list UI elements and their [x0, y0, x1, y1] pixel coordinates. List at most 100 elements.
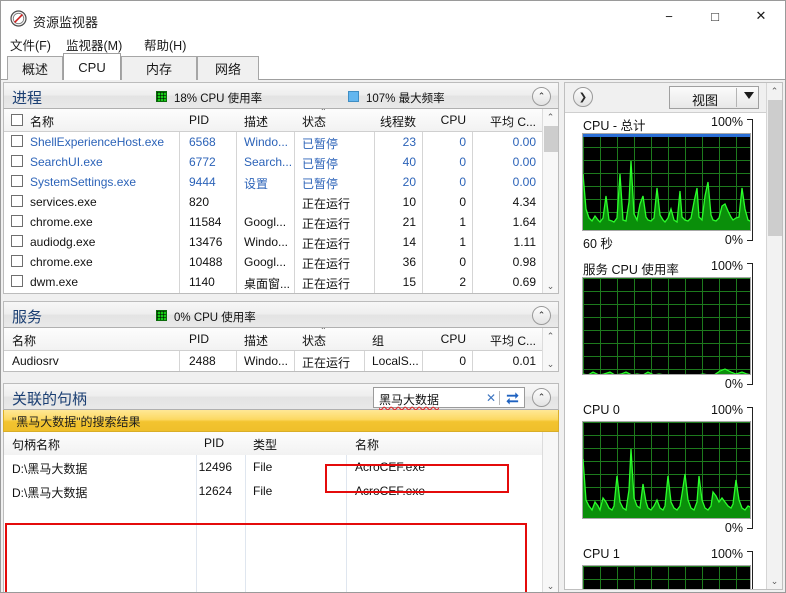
handles-scrollbar[interactable]: ⌄: [542, 432, 558, 592]
col-header-pid[interactable]: PID: [204, 436, 224, 450]
cell-pid: 2488: [189, 354, 216, 368]
scroll-up-icon[interactable]: ⌃: [543, 328, 558, 344]
menu-help[interactable]: 帮助(H): [141, 34, 189, 55]
cell-status: 正在运行: [302, 217, 351, 231]
row-checkbox[interactable]: [11, 215, 23, 227]
tab-cpu[interactable]: CPU: [63, 53, 121, 80]
clear-search-icon[interactable]: ✕: [486, 391, 496, 405]
col-header-name[interactable]: 名称: [355, 436, 379, 453]
row-checkbox[interactable]: [11, 255, 23, 267]
col-header-type[interactable]: 类型: [253, 436, 277, 453]
col-header-avgcpu[interactable]: 平均 C...: [476, 332, 536, 349]
col-header-handle-name[interactable]: 句柄名称: [12, 436, 60, 453]
cell-cpu: 0: [459, 354, 466, 368]
scrollbar-thumb[interactable]: [544, 126, 558, 152]
cell-name: AcroCEF.exe: [355, 460, 426, 474]
processes-cpu-stat: 18% CPU 使用率: [174, 93, 263, 105]
col-header-group[interactable]: 组: [372, 332, 384, 349]
col-header-threads[interactable]: 线程数: [380, 113, 416, 130]
row-checkbox[interactable]: [11, 135, 23, 147]
col-header-cpu[interactable]: CPU: [428, 113, 466, 127]
col-header-name[interactable]: 名称: [30, 113, 54, 130]
close-button[interactable]: ✕: [738, 1, 784, 31]
table-row[interactable]: services.exe 820 正在运行 10 0 4.34: [4, 192, 558, 212]
cell-pid: 11584: [189, 215, 222, 229]
row-checkbox[interactable]: [11, 195, 23, 207]
table-row[interactable]: chrome.exe 11584 Googl... 正在运行 21 1 1.64: [4, 212, 558, 232]
menu-monitor[interactable]: 监视器(M): [63, 34, 125, 55]
graph-canvas: [582, 565, 751, 589]
row-checkbox[interactable]: [11, 155, 23, 167]
cell-cpu: 0: [459, 155, 466, 169]
cell-name: services.exe: [30, 195, 97, 209]
select-all-processes-checkbox[interactable]: [11, 114, 23, 126]
graph-cpu-total: CPU - 总计 100% 60 秒 0%: [565, 115, 767, 259]
cell-status: 已暂停: [302, 137, 339, 151]
cell-name: audiodg.exe: [30, 235, 96, 249]
minimize-button[interactable]: −: [646, 1, 692, 31]
row-checkbox[interactable]: [11, 175, 23, 187]
graph-min: 0%: [724, 521, 743, 535]
tab-memory[interactable]: 内存: [121, 56, 197, 80]
table-row[interactable]: ShellExperienceHost.exe 6568 Windo... 已暂…: [4, 132, 558, 152]
tab-overview[interactable]: 概述: [7, 56, 63, 80]
handle-search-input-value[interactable]: 黑马大数据: [379, 391, 439, 408]
col-header-cpu[interactable]: CPU: [428, 332, 466, 346]
table-row[interactable]: D:\黑马大数据 12624 File AcroCEF.exe: [4, 479, 558, 503]
right-panel-scrollbar[interactable]: ⌃ ⌄: [766, 83, 782, 589]
menu-file[interactable]: 文件(F): [7, 34, 54, 55]
processes-collapse-button[interactable]: ⌃: [532, 87, 551, 106]
handles-collapse-button[interactable]: ⌃: [532, 388, 551, 407]
table-row[interactable]: D:\黑马大数据 12496 File AcroCEF.exe: [4, 455, 558, 479]
services-collapse-button[interactable]: ⌃: [532, 306, 551, 325]
graph-title: CPU - 总计: [583, 119, 646, 133]
cell-avgcpu: 0.69: [512, 275, 536, 289]
cell-threads: 10: [402, 195, 416, 209]
graph-services-cpu: 服务 CPU 使用率 100% 0%: [565, 259, 767, 403]
maximize-button[interactable]: □: [692, 1, 738, 31]
services-scrollbar[interactable]: ⌃ ⌄: [542, 328, 558, 371]
cell-avgcpu: 0.98: [512, 255, 536, 269]
table-row[interactable]: Audiosrv 2488 Windo... 正在运行 LocalS... 0 …: [4, 351, 558, 371]
col-header-desc[interactable]: 描述: [244, 332, 268, 349]
services-section: 服务 0% CPU 使用率 ⌃ 名称 PID 描述 状态 ⌃ 组 CPU 平均 …: [3, 301, 559, 372]
row-checkbox[interactable]: [11, 235, 23, 247]
processes-scrollbar[interactable]: ⌃ ⌄: [542, 109, 558, 293]
expand-panel-icon[interactable]: ❯: [573, 87, 593, 107]
graph-max: 100%: [711, 259, 743, 273]
col-header-pid[interactable]: PID: [189, 113, 209, 127]
scrollbar-thumb[interactable]: [768, 100, 782, 236]
tab-network[interactable]: 网络: [197, 56, 259, 80]
cell-status: 正在运行: [302, 277, 351, 291]
col-header-pid[interactable]: PID: [189, 332, 209, 346]
search-refresh-icon[interactable]: [505, 390, 520, 405]
cell-pid: 6772: [189, 155, 216, 169]
scroll-down-icon[interactable]: ⌄: [543, 578, 558, 592]
scroll-up-icon[interactable]: ⌃: [767, 83, 782, 99]
cell-avgcpu: 4.34: [512, 195, 536, 209]
handle-search-box[interactable]: 黑马大数据 ✕: [373, 387, 525, 408]
cell-type: File: [253, 460, 273, 474]
services-cpu-swatch-icon: [156, 310, 167, 321]
table-row[interactable]: SystemSettings.exe 9444 设置 已暂停 20 0 0.00: [4, 172, 558, 192]
cell-name: chrome.exe: [30, 255, 93, 269]
scroll-down-icon[interactable]: ⌄: [543, 278, 558, 293]
col-header-name[interactable]: 名称: [12, 332, 36, 349]
table-row[interactable]: SearchUI.exe 6772 Search... 已暂停 40 0 0.0…: [4, 152, 558, 172]
scroll-down-icon[interactable]: ⌄: [543, 356, 558, 371]
scroll-down-icon[interactable]: ⌄: [767, 573, 782, 589]
left-column: 进程 18% CPU 使用率 107% 最大频率 ⌃ 名称 PID 描述 状态 …: [3, 82, 559, 592]
graph-title: 服务 CPU 使用率: [583, 263, 679, 277]
scroll-up-icon[interactable]: ⌃: [543, 109, 558, 125]
cell-threads: 21: [402, 215, 416, 229]
table-row[interactable]: audiodg.exe 13476 Windo... 正在运行 14 1 1.1…: [4, 232, 558, 252]
cell-threads: 14: [402, 235, 416, 249]
col-header-desc[interactable]: 描述: [244, 113, 268, 130]
row-checkbox[interactable]: [11, 275, 23, 287]
view-dropdown-button[interactable]: 视图: [669, 86, 759, 109]
cell-group: LocalS...: [372, 354, 419, 368]
table-row[interactable]: dwm.exe 1140 桌面窗... 正在运行 15 2 0.69: [4, 272, 558, 292]
chevron-down-icon[interactable]: [744, 92, 754, 99]
col-header-avgcpu[interactable]: 平均 C...: [476, 113, 536, 130]
table-row[interactable]: chrome.exe 10488 Googl... 正在运行 36 0 0.98: [4, 252, 558, 272]
